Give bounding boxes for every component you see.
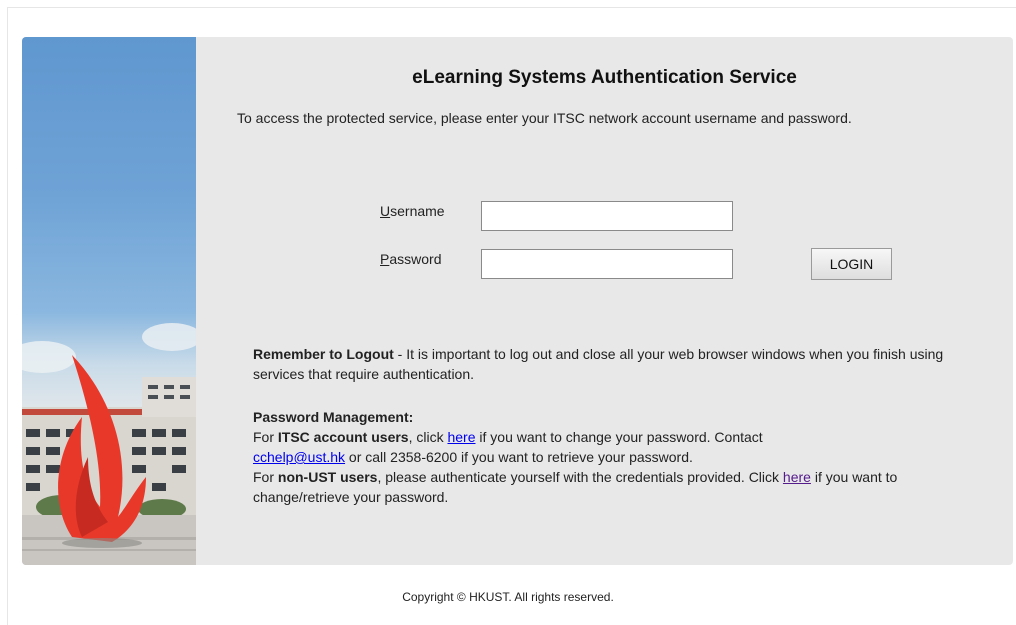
non-ust-password-link[interactable]: here: [783, 469, 811, 485]
username-label: Username: [380, 203, 445, 219]
username-input[interactable]: [481, 201, 733, 231]
itsc-users-label: ITSC account users: [277, 429, 409, 445]
copyright-footer: Copyright © HKUST. All rights reserved.: [402, 590, 614, 604]
intro-text: To access the protected service, please …: [237, 110, 852, 126]
password-input[interactable]: [481, 249, 733, 279]
itsc-users-paragraph: For ITSC account users, click here if yo…: [253, 427, 973, 467]
itsc-prefix: For: [253, 429, 278, 445]
itsc-after: if you want to change your password. Con…: [475, 429, 763, 445]
username-label-rest: sername: [390, 203, 445, 219]
password-label-accesskey: P: [380, 251, 390, 267]
logout-heading: Remember to Logout: [253, 346, 394, 362]
retrieve-password-text: or call 2358-6200 if you want to retriev…: [345, 449, 693, 465]
password-label-rest: assword: [389, 251, 442, 267]
login-button[interactable]: LOGIN: [811, 248, 892, 280]
page-title: eLearning Systems Authentication Service: [412, 67, 797, 88]
nonust-prefix: For: [253, 469, 278, 485]
logout-notice: Remember to Logout - It is important to …: [253, 344, 973, 384]
cchelp-email-link[interactable]: cchelp@ust.hk: [253, 449, 345, 465]
non-ust-users-paragraph: For non-UST users, please authenticate y…: [253, 467, 973, 507]
password-management: Password Management: For ITSC account us…: [253, 407, 973, 507]
itsc-mid: , click: [408, 429, 448, 445]
password-management-heading: Password Management:: [253, 409, 414, 425]
nonust-mid: , please authenticate yourself with the …: [377, 469, 783, 485]
non-ust-users-label: non-UST users: [277, 469, 378, 485]
username-label-accesskey: U: [380, 203, 391, 219]
password-label: Password: [380, 251, 441, 267]
campus-photo: [22, 37, 196, 565]
change-password-link[interactable]: here: [447, 429, 475, 445]
login-panel: eLearning Systems Authentication Service…: [22, 37, 1013, 565]
